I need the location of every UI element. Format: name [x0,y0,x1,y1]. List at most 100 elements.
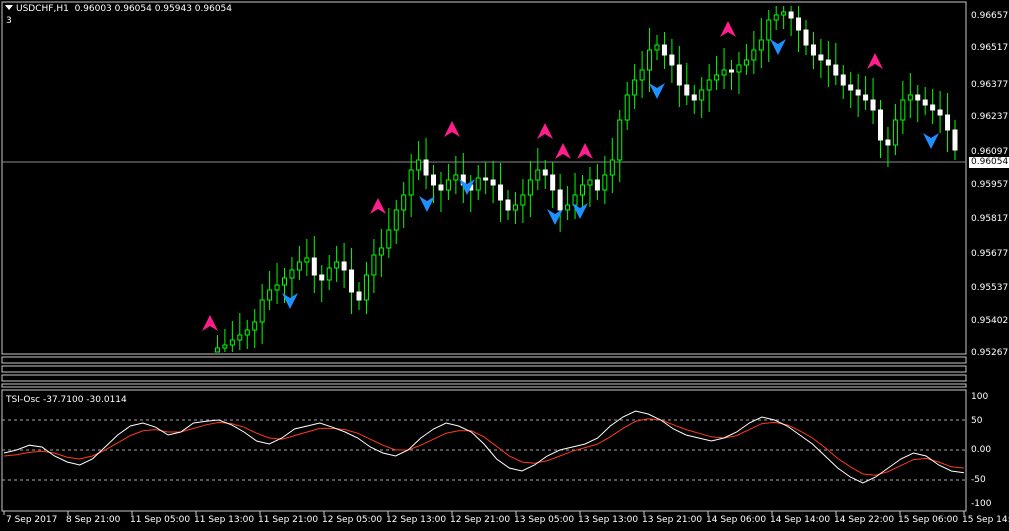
candle-body [751,49,757,61]
ohlc-values: 0.96003 0.96054 0.95943 0.96054 [74,4,233,14]
candle-body [520,194,526,206]
candle-body [840,74,846,86]
time-tick: 11 Sep 13:00 [194,515,255,525]
candle-body [714,74,720,81]
candle-body [542,169,548,176]
candle-body [498,184,504,201]
time-tick: 15 Sep 14:00 [962,515,1009,525]
down-arrow-icon [419,196,435,212]
candle-body [632,79,638,96]
time-tick: 14 Sep 22:00 [834,515,895,525]
time-tick: 11 Sep 05:00 [130,515,191,525]
candle-body [565,204,571,211]
candle-body [535,169,541,181]
candle-body [736,64,742,73]
time-tick: 12 Sep 21:00 [450,515,511,525]
candle-body [408,169,414,196]
candle-body [341,261,347,271]
candle-body [922,99,928,106]
candle-body [289,269,295,279]
candle-body [222,344,228,349]
candle-body [937,109,943,116]
candle-body [661,44,667,56]
up-arrow-icon [444,121,460,137]
candle-body [699,89,705,101]
candle-body [527,179,533,196]
price-tick: 0.95537 [971,283,1009,293]
candle-body [654,44,660,51]
candle-body [378,247,384,256]
subwindow-4[interactable] [1,383,967,388]
down-arrow-icon [649,83,665,99]
trading-chart[interactable] [0,0,1009,531]
candle-body [878,109,883,141]
candle-body [311,257,317,276]
candle-body [900,99,906,121]
candle-body [676,64,682,86]
down-arrow-icon [572,203,588,219]
price-tick: 0.95957 [971,180,1009,190]
candle-body [423,159,429,176]
candle-body [721,69,727,76]
candle-body [512,204,518,211]
candle-body [907,94,913,101]
candle-body [848,84,854,91]
candle-body [647,49,653,71]
candle-body [274,284,280,291]
candle-body [669,54,675,66]
candle-body [393,209,399,231]
price-tick: 0.95267 [971,348,1009,358]
candle-body [766,19,772,41]
candle-body [870,99,876,111]
candle-body [810,44,816,56]
price-tick: 0.96377 [971,80,1009,90]
candle-body [624,94,630,121]
time-tick: 7 Sep 2017 [6,515,58,525]
up-arrow-icon [370,198,386,214]
candle-body [252,321,258,331]
candle-body [915,94,921,101]
subwindow-3[interactable] [1,374,967,382]
candle-body [706,79,712,91]
time-tick: 14 Sep 06:00 [706,515,767,525]
subwindow-2[interactable] [1,365,967,373]
candle-body [729,69,734,73]
candle-body [781,11,787,16]
candle-body [945,114,951,131]
time-tick: 11 Sep 21:00 [258,515,319,525]
candle-body [684,84,690,96]
up-arrow-icon [867,53,883,69]
price-tick: 0.95402 [971,316,1009,326]
candle-body [401,194,407,211]
candle-body [930,104,936,111]
candle-body [296,261,302,271]
candle-body [363,274,369,301]
candle-body [431,174,436,186]
subwindow-count: 3 [6,16,12,26]
up-arrow-icon [202,315,218,331]
indicator-tick: 100 [971,392,989,402]
up-arrow-icon [537,123,553,139]
up-arrow-icon [577,143,593,159]
time-tick: 8 Sep 21:00 [66,515,121,525]
candle-body [282,277,287,286]
time-tick: 14 Sep 14:00 [770,515,831,525]
candle-body [483,177,489,181]
candle-body [326,267,332,281]
candle-body [214,347,220,353]
indicator-header: TSI-Osc -37.7100 -30.0114 [6,395,127,406]
candle-body [885,139,891,146]
chart-header-symbol: USDCHF,H1 0.96003 0.96054 0.95943 0.9605… [16,4,232,15]
subwindow-1[interactable] [1,356,967,364]
candle-body [416,159,422,171]
candle-body [818,54,824,61]
down-arrow-icon [770,39,786,55]
candle-body [550,174,556,191]
tsi-line [3,410,965,484]
dropdown-icon[interactable] [5,5,13,10]
candle-body [572,194,578,206]
candle-body [445,179,451,191]
candle-body [855,89,861,96]
candle-body [758,39,764,51]
candle-body [587,179,593,186]
